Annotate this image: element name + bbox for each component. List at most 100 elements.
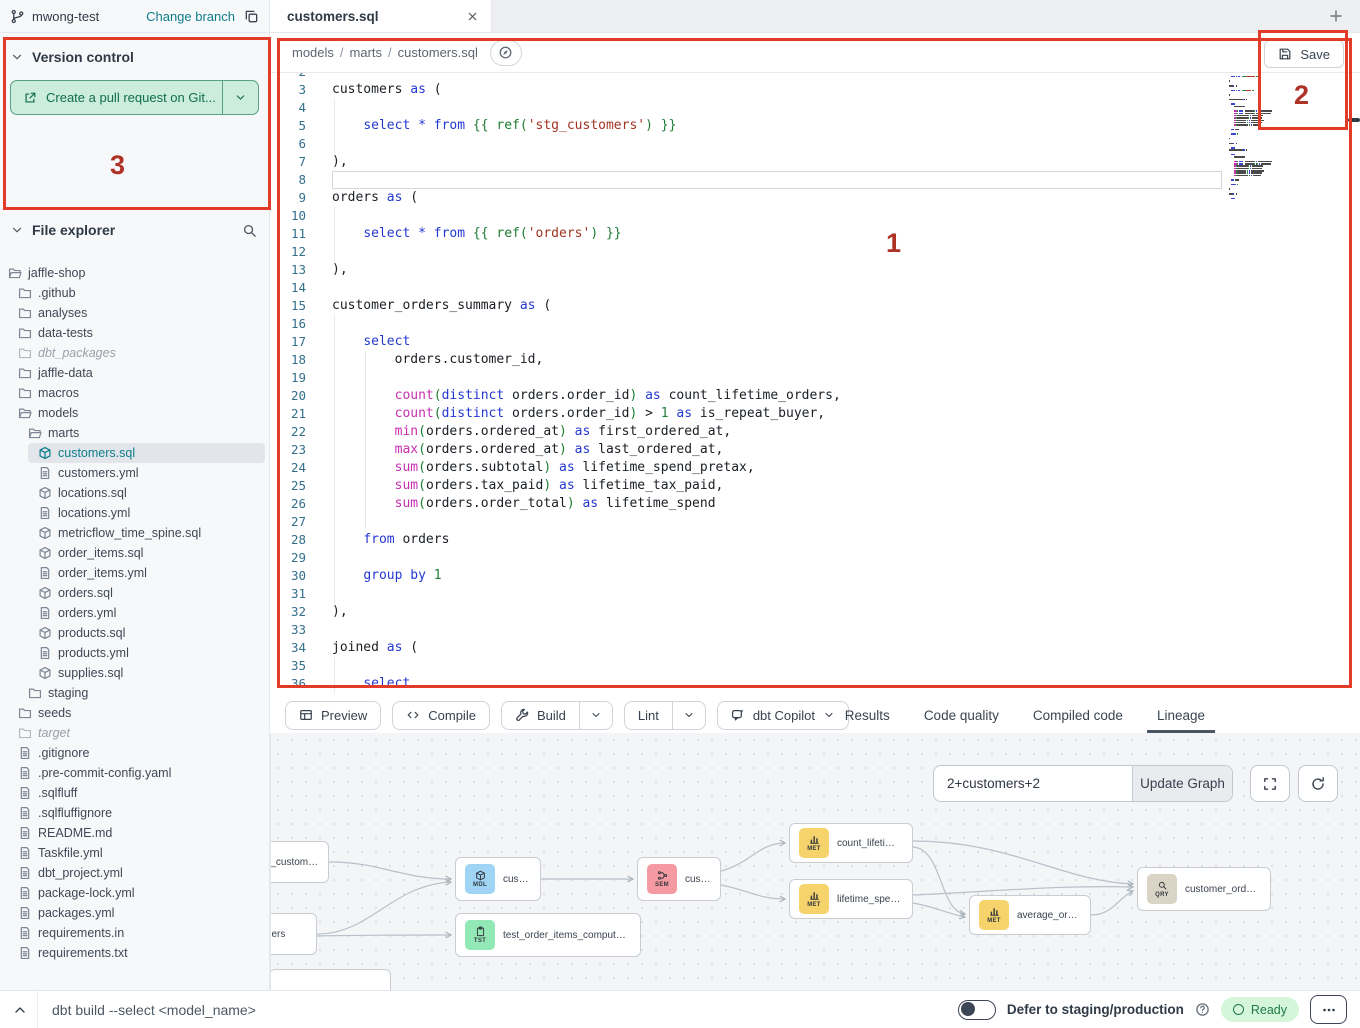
file-tree-item-supplies.sql[interactable]: supplies.sql bbox=[0, 663, 265, 683]
file-tree-item-macros[interactable]: macros bbox=[0, 383, 265, 403]
file-tree-item-requirements.in[interactable]: requirements.in bbox=[0, 923, 265, 943]
file-tree-item-target[interactable]: target bbox=[0, 723, 265, 743]
lineage-node-average_order_value[interactable]: METaverage_order_value bbox=[969, 895, 1091, 935]
lineage-node-customers[interactable]: MDLcustomers bbox=[455, 857, 541, 901]
lineage-node-customer_order_metrics[interactable]: QRYcustomer_order_metrics bbox=[1137, 867, 1271, 911]
code-line-11[interactable]: 11 select * from {{ ref('orders') }} bbox=[270, 225, 1360, 243]
file-tree-item-order_items.yml[interactable]: order_items.yml bbox=[0, 563, 265, 583]
file-tree-item-analyses[interactable]: analyses bbox=[0, 303, 265, 323]
code-line-6[interactable]: 6 bbox=[270, 135, 1360, 153]
change-branch-link[interactable]: Change branch bbox=[146, 9, 235, 24]
expand-console-icon[interactable] bbox=[12, 1002, 28, 1018]
file-tree-item-products.sql[interactable]: products.sql bbox=[0, 623, 265, 643]
create-pr-main[interactable]: Create a pull request on Git... bbox=[11, 81, 222, 114]
code-line-4[interactable]: 4 bbox=[270, 99, 1360, 117]
file-tree-item-.sqlfluffignore[interactable]: .sqlfluffignore bbox=[0, 803, 265, 823]
file-tree-item-models[interactable]: models bbox=[0, 403, 265, 423]
lineage-node-lifetime_spend_pretax[interactable]: METlifetime_spend_pretax bbox=[789, 879, 913, 919]
code-line-5[interactable]: 5 select * from {{ ref('stg_customers') … bbox=[270, 117, 1360, 135]
code-line-28[interactable]: 28 from orders bbox=[270, 531, 1360, 549]
file-explorer-header[interactable]: File explorer bbox=[10, 222, 257, 238]
lineage-node-test_order_items_compute_to_bools...[interactable]: TSTtest_order_items_compute_to_bools... bbox=[455, 913, 641, 957]
save-button[interactable]: Save bbox=[1264, 40, 1344, 68]
file-tree-item-orders.yml[interactable]: orders.yml bbox=[0, 603, 265, 623]
file-tree-item-packages.yml[interactable]: packages.yml bbox=[0, 903, 265, 923]
close-icon[interactable] bbox=[466, 10, 479, 23]
file-tree-item-orders.sql[interactable]: orders.sql bbox=[0, 583, 265, 603]
dbt-copilot-button[interactable]: dbt Copilot bbox=[717, 701, 849, 730]
lineage-node-customers[interactable]: SEMcustomers bbox=[637, 857, 721, 901]
code-area[interactable]: 23customers as (45 select * from {{ ref(… bbox=[270, 73, 1360, 697]
lineage-node-orders[interactable]: MDLorders bbox=[270, 913, 317, 955]
code-line-13[interactable]: 13), bbox=[270, 261, 1360, 279]
copy-icon[interactable] bbox=[244, 9, 259, 24]
update-graph-button[interactable]: Update Graph bbox=[1132, 766, 1232, 801]
code-line-33[interactable]: 33 bbox=[270, 621, 1360, 639]
file-tree-item-data-tests[interactable]: data-tests bbox=[0, 323, 265, 343]
file-tree-item-order_items.sql[interactable]: order_items.sql bbox=[0, 543, 265, 563]
tab-code-quality[interactable]: Code quality bbox=[922, 699, 1001, 732]
file-tree-item-package-lock.yml[interactable]: package-lock.yml bbox=[0, 883, 265, 903]
code-line-19[interactable]: 19 bbox=[270, 369, 1360, 387]
file-tree-item-Taskfile.yml[interactable]: Taskfile.yml bbox=[0, 843, 265, 863]
code-line-36[interactable]: 36 select bbox=[270, 675, 1360, 693]
scrollbar-marker[interactable] bbox=[1348, 118, 1360, 122]
code-line-20[interactable]: 20 count(distinct orders.order_id) as co… bbox=[270, 387, 1360, 405]
file-tree-item-locations.yml[interactable]: locations.yml bbox=[0, 503, 265, 523]
file-tree-item-dbt_packages[interactable]: dbt_packages bbox=[0, 343, 265, 363]
search-icon[interactable] bbox=[242, 223, 257, 238]
file-tree-item-.gitignore[interactable]: .gitignore bbox=[0, 743, 265, 763]
code-line-10[interactable]: 10 bbox=[270, 207, 1360, 225]
tab-compiled-code[interactable]: Compiled code bbox=[1031, 699, 1125, 732]
build-main[interactable]: Build bbox=[502, 702, 579, 729]
code-line-29[interactable]: 29 bbox=[270, 549, 1360, 567]
preview-button[interactable]: Preview bbox=[285, 701, 381, 730]
code-line-23[interactable]: 23 max(orders.ordered_at) as last_ordere… bbox=[270, 441, 1360, 459]
breadcrumb[interactable]: models bbox=[292, 45, 334, 60]
help-icon[interactable] bbox=[1195, 1002, 1210, 1017]
code-line-14[interactable]: 14 bbox=[270, 279, 1360, 297]
breadcrumb[interactable]: customers.sql bbox=[398, 45, 478, 60]
file-tree-item-.pre-commit-config.yaml[interactable]: .pre-commit-config.yaml bbox=[0, 763, 265, 783]
code-line-26[interactable]: 26 sum(orders.order_total) as lifetime_s… bbox=[270, 495, 1360, 513]
more-options-button[interactable] bbox=[1310, 995, 1347, 1024]
code-line-27[interactable]: 27 bbox=[270, 513, 1360, 531]
file-tree-item-dbt_project.yml[interactable]: dbt_project.yml bbox=[0, 863, 265, 883]
file-tree-item-.sqlfluff[interactable]: .sqlfluff bbox=[0, 783, 265, 803]
lint-main[interactable]: Lint bbox=[625, 702, 672, 729]
refresh-button[interactable] bbox=[1298, 765, 1338, 802]
build-dropdown[interactable] bbox=[579, 702, 612, 729]
version-control-header[interactable]: Version control bbox=[10, 49, 259, 65]
code-line-35[interactable]: 35 bbox=[270, 657, 1360, 675]
file-tree-item-seeds[interactable]: seeds bbox=[0, 703, 265, 723]
minimap[interactable] bbox=[1229, 73, 1315, 201]
tab-customers-sql[interactable]: customers.sql bbox=[270, 0, 492, 32]
file-tree-item-locations.sql[interactable]: locations.sql bbox=[0, 483, 265, 503]
lineage-node-partial[interactable] bbox=[270, 969, 391, 990]
code-line-21[interactable]: 21 count(distinct orders.order_id) > 1 a… bbox=[270, 405, 1360, 423]
file-tree-item-metricflow_time_spine.sql[interactable]: metricflow_time_spine.sql bbox=[0, 523, 265, 543]
code-line-7[interactable]: 7), bbox=[270, 153, 1360, 171]
code-line-18[interactable]: 18 orders.customer_id, bbox=[270, 351, 1360, 369]
copilot-pill-button[interactable] bbox=[490, 40, 522, 66]
code-line-22[interactable]: 22 min(orders.ordered_at) as first_order… bbox=[270, 423, 1360, 441]
code-line-30[interactable]: 30 group by 1 bbox=[270, 567, 1360, 585]
file-tree-item-.github[interactable]: .github bbox=[0, 283, 265, 303]
breadcrumb[interactable]: marts bbox=[350, 45, 383, 60]
code-line-32[interactable]: 32), bbox=[270, 603, 1360, 621]
command-input[interactable]: dbt build --select <model_name> bbox=[52, 1002, 256, 1018]
file-tree-item-marts[interactable]: marts bbox=[0, 423, 265, 443]
lineage-panel[interactable]: MDLstg_customers MDLorders MDLcustomers TST… bbox=[270, 733, 1360, 990]
code-line-3[interactable]: 3customers as ( bbox=[270, 81, 1360, 99]
file-tree-item-jaffle-data[interactable]: jaffle-data bbox=[0, 363, 265, 383]
file-tree-item-products.yml[interactable]: products.yml bbox=[0, 643, 265, 663]
file-tree-item-README.md[interactable]: README.md bbox=[0, 823, 265, 843]
lineage-selector-input[interactable]: 2+customers+2 bbox=[934, 766, 1132, 801]
tab-lineage[interactable]: Lineage bbox=[1155, 699, 1207, 732]
file-tree-item-requirements.txt[interactable]: requirements.txt bbox=[0, 943, 265, 963]
code-line-12[interactable]: 12 bbox=[270, 243, 1360, 261]
code-line-16[interactable]: 16 bbox=[270, 315, 1360, 333]
lineage-node-stg_customers[interactable]: MDLstg_customers bbox=[270, 841, 329, 883]
code-line-2[interactable]: 2 bbox=[270, 73, 1360, 81]
defer-toggle[interactable] bbox=[958, 1000, 996, 1020]
